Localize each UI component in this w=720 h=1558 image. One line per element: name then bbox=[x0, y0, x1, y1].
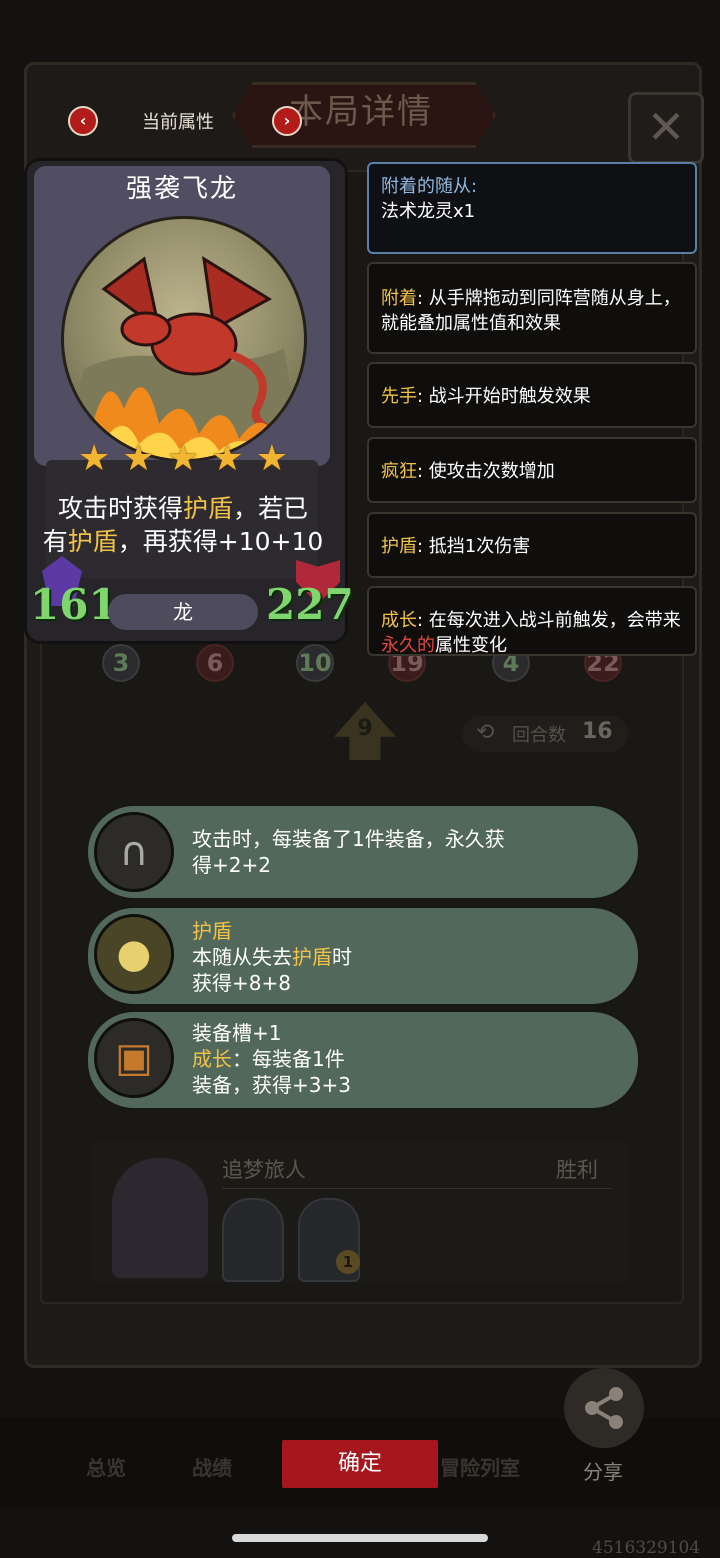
health-value: 227 bbox=[266, 580, 354, 629]
share-icon[interactable] bbox=[564, 1368, 644, 1448]
share-button-label[interactable]: 分享 bbox=[583, 1456, 623, 1485]
moon-icon: ● bbox=[94, 914, 174, 994]
tab-record[interactable]: 战绩 bbox=[192, 1452, 232, 1481]
star-icon: ★ bbox=[166, 438, 200, 479]
user-id: 4516329104 bbox=[592, 1538, 701, 1558]
attached-label: 附着的随从: bbox=[381, 176, 478, 197]
refresh-icon: ⟲ bbox=[476, 720, 495, 745]
keyword-shield: 护盾: 抵挡1次伤害 bbox=[367, 512, 697, 578]
lineup-card bbox=[222, 1198, 284, 1282]
tab-adventure[interactable]: 冒险列室 bbox=[440, 1452, 520, 1481]
level-number: 9 bbox=[357, 716, 373, 741]
board-token: 6 bbox=[196, 644, 234, 682]
tribe-label: 龙 bbox=[108, 594, 258, 630]
tab-overview[interactable]: 总览 bbox=[86, 1452, 126, 1481]
current-attributes-label: 当前属性 bbox=[142, 112, 214, 133]
round-value: 16 bbox=[582, 719, 613, 744]
ability-text: 攻击时，每装备了1件装备，永久获 得+2+2 bbox=[192, 827, 505, 877]
attached-value: 法术龙灵x1 bbox=[381, 201, 476, 222]
lineup-badge: 1 bbox=[336, 1250, 360, 1274]
player-name: 追梦旅人 bbox=[222, 1158, 306, 1182]
close-button[interactable]: ✕ bbox=[628, 92, 704, 164]
divider bbox=[222, 1188, 612, 1189]
star-icon: ★ bbox=[211, 438, 244, 479]
star-rating: ★ ★ ★ ★ ★ bbox=[78, 441, 288, 477]
keyword-attach: 附着: 从手牌拖动到同阵营随从身上，就能叠加属性值和效果 bbox=[367, 262, 697, 354]
star-icon: ★ bbox=[122, 438, 155, 479]
home-indicator[interactable] bbox=[232, 1534, 488, 1542]
avatar bbox=[112, 1158, 208, 1278]
keyword-frenzy: 疯狂: 使攻击次数增加 bbox=[367, 437, 697, 503]
page-title: 本局详情 bbox=[289, 92, 433, 132]
board-token: 10 bbox=[296, 644, 334, 682]
board-token: 3 bbox=[102, 644, 140, 682]
confirm-button[interactable]: 确定 bbox=[282, 1440, 438, 1488]
round-label: 回合数 bbox=[512, 725, 566, 746]
attached-minion-panel: 附着的随从: 法术龙灵x1 bbox=[367, 162, 697, 254]
horseshoe-icon: ∩ bbox=[94, 812, 174, 892]
star-icon: ★ bbox=[255, 438, 288, 479]
keyword-first-strike: 先手: 战斗开始时触发效果 bbox=[367, 362, 697, 428]
star-icon: ★ bbox=[78, 438, 111, 479]
next-arrow-button[interactable]: › bbox=[272, 106, 302, 136]
prev-arrow-button[interactable]: ‹ bbox=[68, 106, 98, 136]
ability-text: 护盾 本随从失去护盾时 获得+8+8 bbox=[192, 919, 352, 995]
ability-text: 装备槽+1 成长：每装备1件 装备，获得+3+3 bbox=[192, 1021, 351, 1097]
keyword-growth: 成长: 在每次进入战斗前触发，会带来永久的属性变化 bbox=[367, 586, 697, 656]
attack-value: 161 bbox=[30, 580, 118, 629]
card-name: 强袭飞龙 bbox=[125, 174, 238, 204]
card-description: 攻击时获得护盾，若已 有护盾，再获得+10+10 bbox=[42, 494, 324, 556]
dragon-art bbox=[61, 216, 307, 462]
match-result: 胜利 bbox=[556, 1158, 598, 1182]
armor-icon: ▣ bbox=[94, 1018, 174, 1098]
